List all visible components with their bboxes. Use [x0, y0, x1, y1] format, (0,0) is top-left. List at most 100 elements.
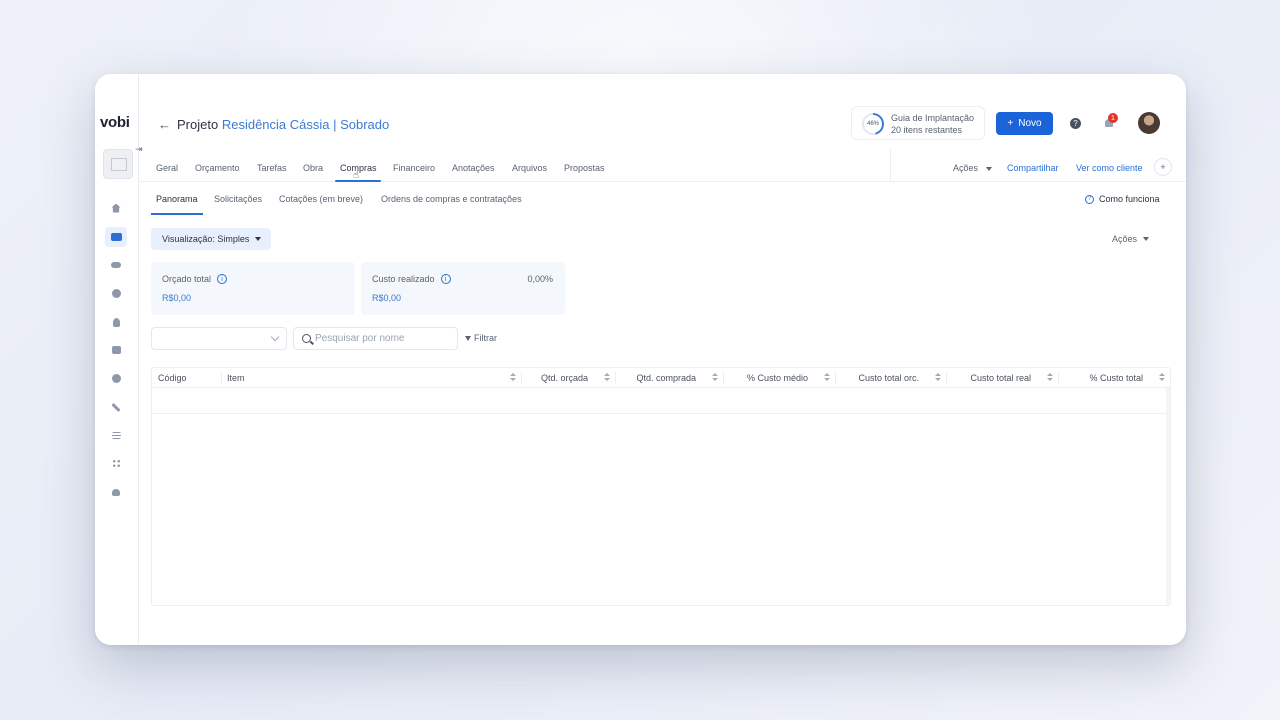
sort-icon[interactable] [712, 373, 718, 383]
active-subtab-indicator [151, 213, 203, 215]
column-custo-total-pct[interactable]: % Custo total [1058, 368, 1170, 388]
purchases-table: Código Item Qtd. orçada Qtd. comprada % … [151, 367, 1171, 606]
column-label: Qtd. comprada [636, 373, 696, 383]
search-input[interactable] [315, 333, 445, 344]
help-icon[interactable]: ? [1070, 118, 1081, 129]
mouse-pointer-icon: ☝ [353, 170, 360, 181]
subtab-ordens[interactable]: Ordens de compras e contratações [381, 194, 522, 204]
tab-propostas[interactable]: Propostas [564, 163, 605, 173]
how-it-works-link[interactable]: ? Como funciona [1085, 194, 1160, 204]
guide-percent: 46% [864, 115, 882, 133]
sort-icon[interactable] [604, 373, 610, 383]
column-qtd-orcada[interactable]: Qtd. orçada [521, 368, 615, 388]
plus-icon: + [1007, 118, 1014, 129]
apps-icon[interactable] [105, 453, 127, 473]
realized-cost-label: Custo realizado [372, 274, 435, 284]
sort-icon[interactable] [510, 373, 516, 383]
budget-total-card: Orçado total i R$0,00 [151, 262, 355, 315]
table-row [152, 388, 1170, 414]
tools-icon[interactable] [105, 397, 127, 417]
progress-ring-icon: 46% [862, 113, 884, 135]
column-label: % Custo total [1089, 373, 1143, 383]
share-link[interactable]: Compartilhar [1007, 163, 1059, 173]
info-icon[interactable]: i [440, 274, 451, 284]
realized-cost-value: R$0,00 [372, 293, 402, 303]
group-select[interactable] [151, 327, 287, 350]
actions-dropdown[interactable]: Ações [953, 163, 992, 173]
back-arrow-icon[interactable]: ← [158, 117, 171, 132]
dollar-icon[interactable] [105, 283, 127, 303]
project-tabs: Geral Orçamento Tarefas Obra Compras Fin… [139, 147, 1186, 182]
title-prefix: Projeto [177, 117, 219, 132]
table-header: Código Item Qtd. orçada Qtd. comprada % … [152, 368, 1170, 388]
page-title: Projeto Residência Cássia | Sobrado [177, 117, 389, 132]
column-label: Código [158, 373, 187, 383]
sort-icon[interactable] [1159, 373, 1165, 383]
content-actions-dropdown[interactable]: Ações [1112, 234, 1150, 244]
subtab-panorama[interactable]: Panorama [156, 194, 198, 204]
coin-icon[interactable] [105, 368, 127, 388]
handshake-icon[interactable] [105, 255, 127, 275]
filter-label: Filtrar [474, 333, 497, 343]
sort-icon[interactable] [1047, 373, 1053, 383]
column-label: Custo total real [970, 373, 1031, 383]
tab-tarefas[interactable]: Tarefas [257, 163, 287, 173]
filter-icon [465, 335, 471, 341]
project-name-link[interactable]: Residência Cássia | Sobrado [222, 117, 389, 132]
column-custo-total-orc[interactable]: Custo total orc. [835, 368, 946, 388]
worker-icon[interactable] [105, 312, 127, 332]
caret-down-icon [1143, 237, 1150, 241]
subtab-cotacoes[interactable]: Cotações (em breve) [279, 194, 363, 204]
chevron-down-icon [270, 332, 280, 342]
column-label: % Custo médio [746, 373, 808, 383]
home-icon[interactable] [105, 198, 127, 218]
sidebar: vobi ⇥ [95, 74, 143, 645]
sort-icon[interactable] [935, 373, 941, 383]
tab-financeiro[interactable]: Financeiro [393, 163, 435, 173]
column-item[interactable]: Item [221, 368, 521, 388]
list-icon[interactable] [105, 425, 127, 445]
column-label: Qtd. orçada [540, 373, 588, 383]
notification-badge: 1 [1108, 113, 1118, 123]
folder-icon[interactable] [105, 227, 127, 247]
divider [890, 149, 891, 181]
tab-obra[interactable]: Obra [303, 163, 323, 173]
tab-orcamento[interactable]: Orçamento [195, 163, 240, 173]
content-actions-label: Ações [1112, 234, 1138, 244]
caret-down-icon [985, 166, 992, 171]
column-label: Item [227, 373, 245, 383]
guide-title: Guia de Implantação [891, 113, 975, 123]
tab-anotacoes[interactable]: Anotações [452, 163, 495, 173]
user-avatar[interactable] [1138, 112, 1160, 134]
project-thumbnail[interactable] [103, 149, 133, 179]
column-custo-total-real[interactable]: Custo total real [946, 368, 1058, 388]
tab-arquivos[interactable]: Arquivos [512, 163, 547, 173]
visualization-label: Visualização: Simples [162, 234, 250, 244]
info-icon[interactable]: i [217, 274, 228, 284]
vertical-scrollbar[interactable] [1166, 388, 1170, 605]
how-it-works-label: Como funciona [1099, 194, 1160, 204]
column-codigo[interactable]: Código [152, 368, 221, 388]
tab-geral[interactable]: Geral [156, 163, 178, 173]
new-button[interactable]: + Novo [996, 112, 1053, 135]
column-qtd-comprada[interactable]: Qtd. comprada [615, 368, 723, 388]
subtab-solicitacoes[interactable]: Solicitações [214, 194, 262, 204]
column-custo-medio[interactable]: % Custo médio [723, 368, 835, 388]
users-icon[interactable] [105, 482, 127, 502]
question-circle-icon: ? [1085, 194, 1094, 204]
purchases-subtabs: Panorama Solicitações Cotações (em breve… [139, 183, 1186, 216]
column-label: Custo total orc. [858, 373, 919, 383]
add-tab-button[interactable]: + [1154, 158, 1172, 176]
filter-button[interactable]: Filtrar [465, 333, 497, 343]
visualization-dropdown[interactable]: Visualização: Simples [151, 228, 271, 250]
view-as-client-link[interactable]: Ver como cliente [1076, 163, 1143, 173]
vobi-logo[interactable]: vobi [100, 114, 130, 131]
guide-remaining: 20 itens restantes [891, 125, 963, 135]
stack-icon[interactable] [105, 340, 127, 360]
caret-down-icon [255, 237, 262, 241]
sort-icon[interactable] [824, 373, 830, 383]
realized-cost-card: Custo realizado i 0,00% R$0,00 [361, 262, 565, 315]
implementation-guide[interactable]: 46% Guia de Implantação 20 itens restant… [851, 106, 985, 140]
app-window: vobi ⇥ ← Projeto Residência Cássia | Sob… [95, 74, 1186, 645]
actions-label: Ações [953, 163, 979, 173]
